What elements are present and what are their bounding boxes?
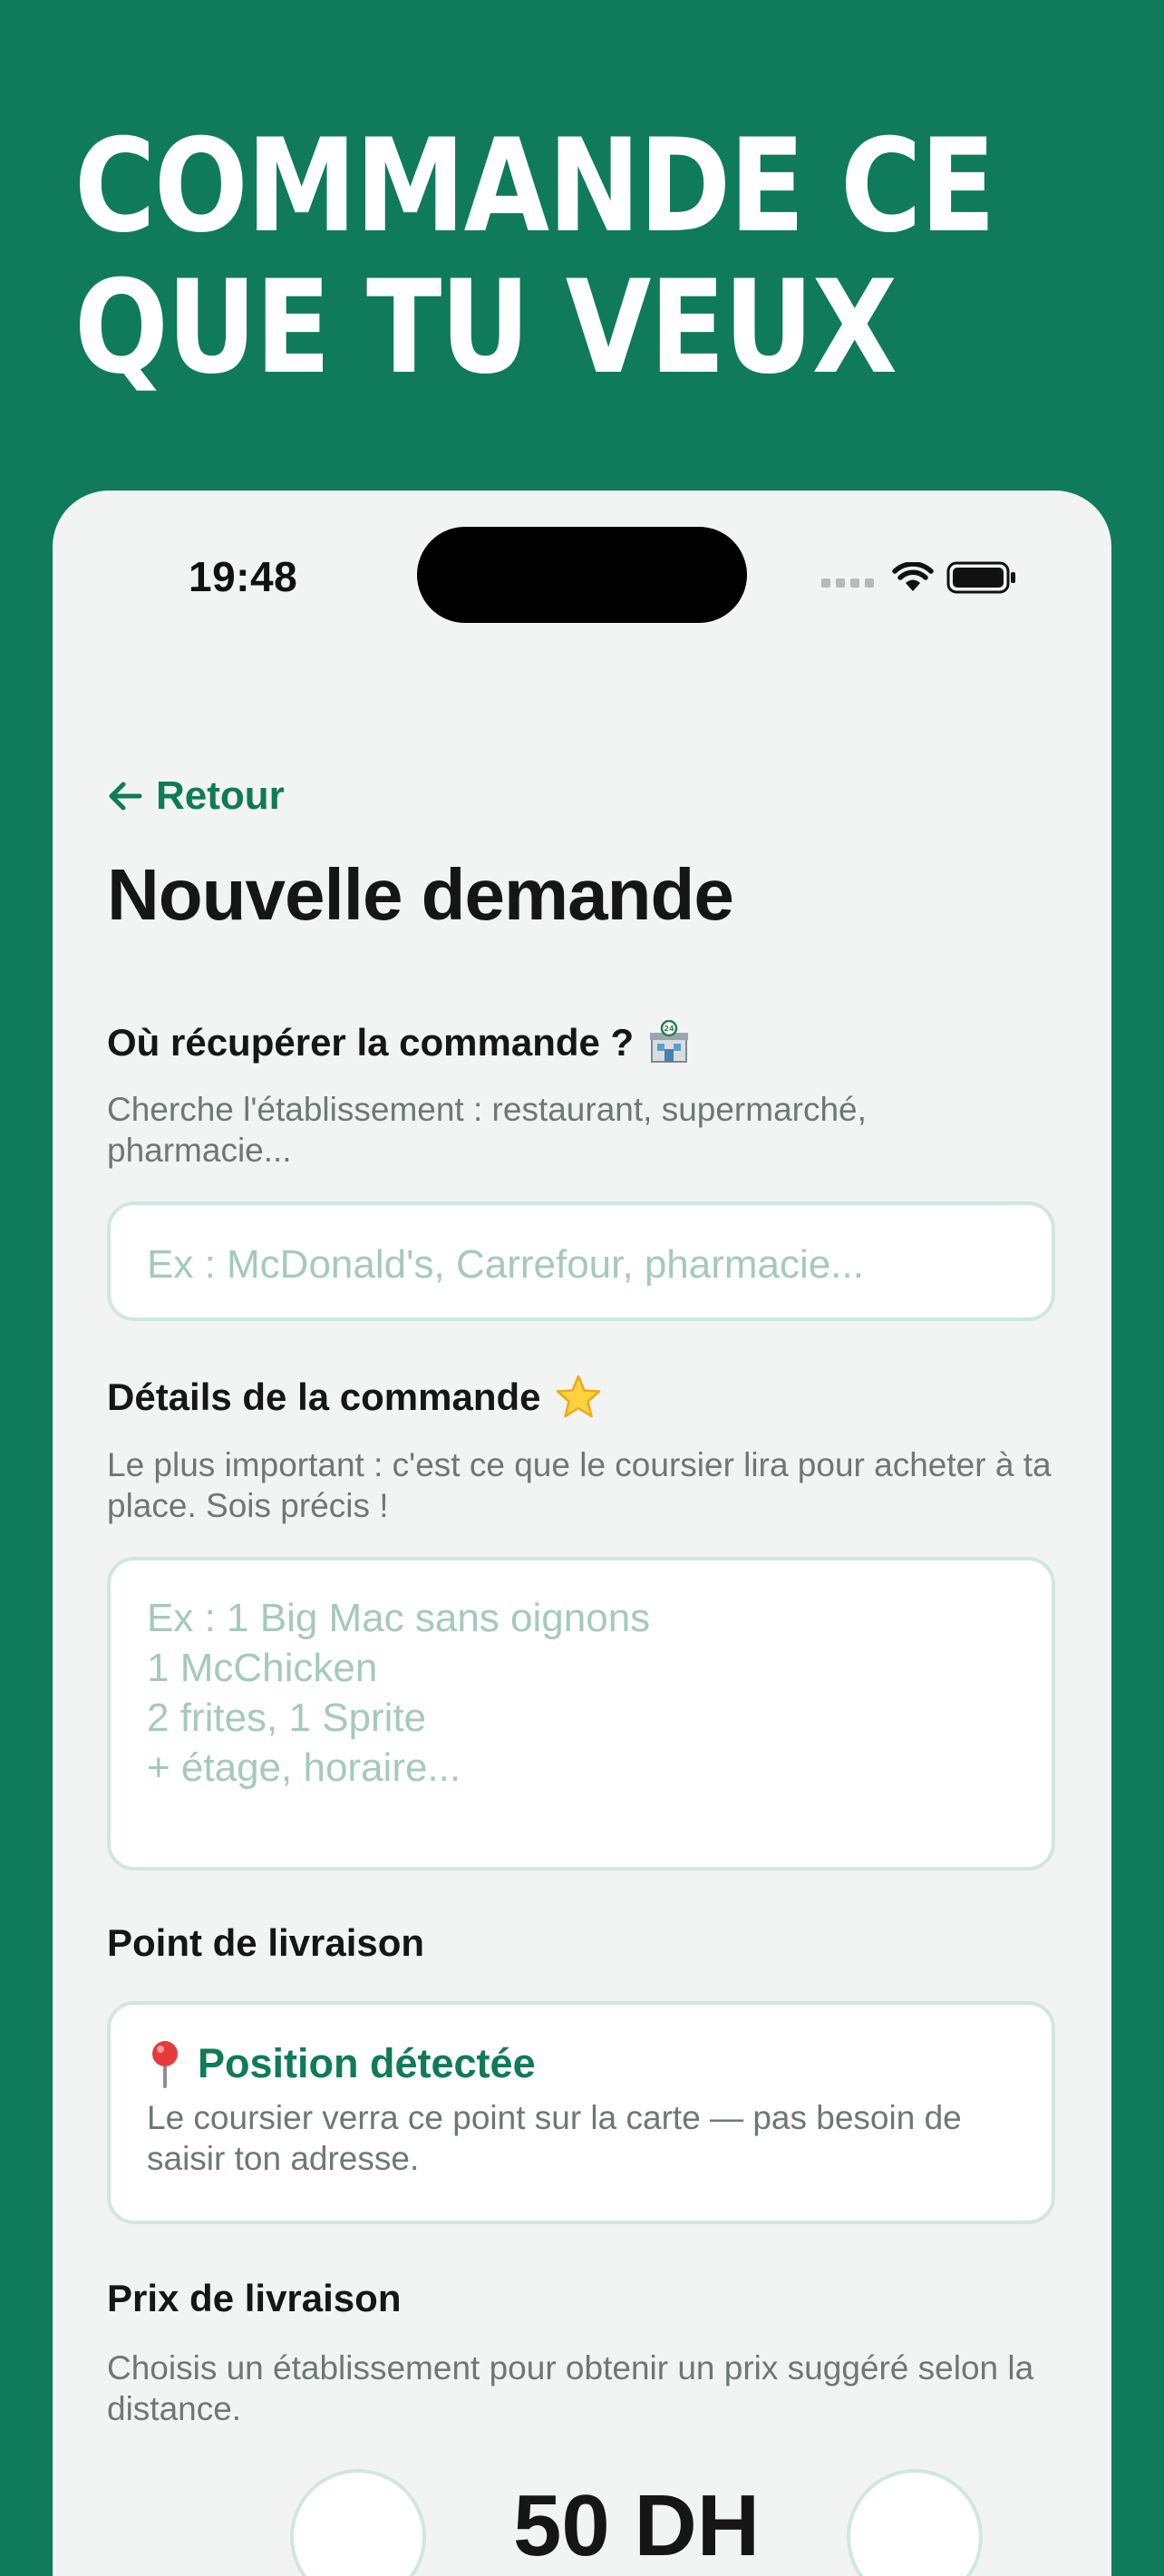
position-status: Position détectée	[147, 2039, 1015, 2088]
status-time: 19:48	[189, 553, 298, 600]
phone-screen: 19:48 Retour Nouvelle demande Où récupér…	[53, 491, 1111, 2576]
details-placeholder-line: 1 McChicken	[147, 1646, 378, 1690]
details-label-text: Détails de la commande	[107, 1375, 541, 1418]
hero-line-2: QUE TU VEUX	[74, 253, 897, 403]
details-placeholder-line: + étage, horaire...	[147, 1745, 461, 1790]
details-textarea[interactable]: Ex : 1 Big Mac sans oignons 1 McChicken …	[107, 1557, 1055, 1871]
page-title: Nouvelle demande	[107, 854, 734, 935]
delivery-position-card[interactable]: Position détectée Le coursier verra ce p…	[107, 2001, 1055, 2224]
wifi-icon	[892, 562, 934, 591]
pickup-label: Où récupérer la commande ? 24	[107, 1020, 692, 1065]
arrow-left-icon	[109, 782, 142, 811]
pin-icon	[152, 2041, 178, 2088]
hero-line-1: COMMANDE CE	[74, 112, 995, 261]
details-help: Le plus important : c'est ce que le cour…	[107, 1446, 1052, 1524]
price-value: 50 DH	[513, 2477, 761, 2574]
status-icons	[821, 561, 1017, 594]
price-label: Prix de livraison	[107, 2277, 402, 2319]
details-placeholder-line: 2 frites, 1 Sprite	[147, 1696, 427, 1740]
dynamic-island	[417, 527, 747, 623]
details-placeholder-line: Ex : 1 Big Mac sans oignons	[147, 1596, 651, 1640]
battery-icon	[946, 561, 1015, 594]
price-help: Choisis un établissement pour obtenir un…	[107, 2349, 1034, 2427]
delivery-point-label: Point de livraison	[107, 1921, 425, 1964]
signal-icon	[821, 578, 874, 588]
hero-headline: COMMANDE CE QUE TU VEUX	[74, 112, 995, 403]
svg-text:24: 24	[664, 1025, 675, 1033]
pickup-search-input[interactable]: Ex : McDonald's, Carrefour, pharmacie...	[107, 1201, 1055, 1321]
star-icon	[556, 1375, 600, 1418]
price-decrease-button[interactable]	[290, 2469, 426, 2576]
pickup-help: Cherche l'établissement : restaurant, su…	[107, 1091, 867, 1169]
position-help: Le coursier verra ce point sur la carte …	[147, 2099, 962, 2177]
back-label: Retour	[156, 773, 285, 818]
details-label: Détails de la commande	[107, 1374, 603, 1421]
store-24h-icon: 24	[650, 1020, 689, 1063]
pickup-label-text: Où récupérer la commande ?	[107, 1021, 635, 1064]
position-status-text: Position détectée	[198, 2040, 536, 2086]
pickup-placeholder: Ex : McDonald's, Carrefour, pharmacie...	[147, 1242, 864, 1287]
back-button[interactable]: Retour	[107, 773, 285, 819]
price-increase-button[interactable]	[847, 2469, 983, 2576]
